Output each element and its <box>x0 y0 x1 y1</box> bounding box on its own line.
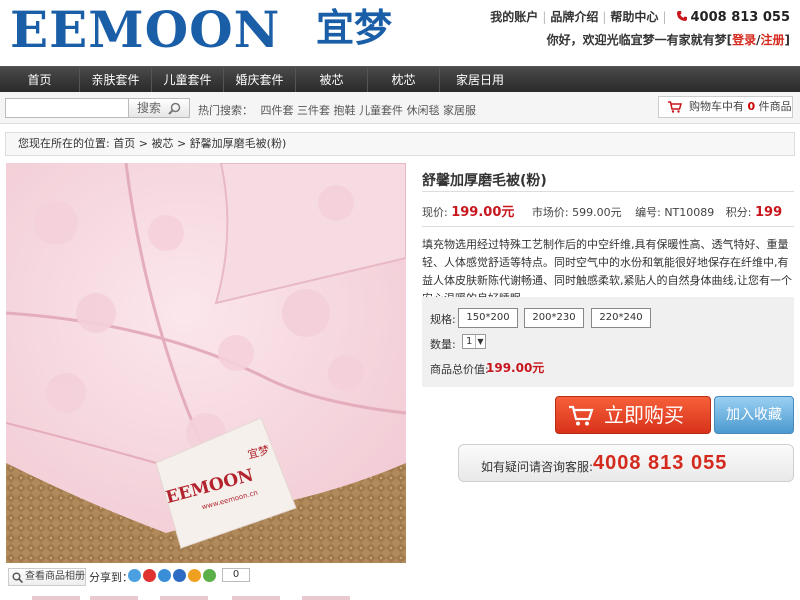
hot-term[interactable]: 三件套 <box>297 104 330 117</box>
search-button[interactable]: 搜索 <box>128 98 190 118</box>
product-photo: EEMOON 宜梦 www.eemoon.cn <box>6 163 406 563</box>
weibo-icon[interactable] <box>143 569 156 582</box>
divider <box>422 191 794 192</box>
points: 199 <box>755 205 783 220</box>
magnifier-icon <box>12 572 23 583</box>
sku-label: 编号: <box>635 206 661 219</box>
thumbnail[interactable] <box>232 596 280 600</box>
market-price: 599.00元 <box>572 206 622 219</box>
share-plus-icon[interactable] <box>203 569 216 582</box>
divider <box>422 226 794 227</box>
divider: | <box>542 10 547 24</box>
share-more-icon[interactable] <box>188 569 201 582</box>
price-row: 现价: 199.00元 市场价: 599.00元 编号: NT10089 积分:… <box>422 201 782 220</box>
qty-label: 数量: <box>430 338 456 351</box>
chevron-down-icon: ▼ <box>475 335 485 348</box>
current-price: 199.00元 <box>451 205 515 220</box>
product-image[interactable]: EEMOON 宜梦 www.eemoon.cn <box>6 163 406 563</box>
hotline-label: 如有疑问请咨询客服: <box>481 460 594 474</box>
nav-item-wedding-sets[interactable]: 婚庆套件 <box>224 67 296 93</box>
hotline-number: 4008 813 055 <box>593 452 728 474</box>
register-link[interactable]: 注册 <box>761 33 785 47</box>
options-box: 规格: 150*200 200*230 220*240 数量: 1 ▼ 商品总价… <box>422 297 794 387</box>
breadcrumb-home[interactable]: 首页 <box>113 137 135 150</box>
size-option-220x240[interactable]: 220*240 <box>591 308 651 328</box>
phone-icon <box>677 11 688 21</box>
hot-term[interactable]: 家居服 <box>443 104 476 117</box>
thumbnail[interactable] <box>302 596 350 600</box>
qzone-icon[interactable] <box>128 569 141 582</box>
hot-term[interactable]: 抱鞋 <box>334 104 356 117</box>
share-label: 分享到： <box>89 571 133 584</box>
hot-term[interactable]: 儿童套件 <box>359 104 403 117</box>
tencent-weibo-icon[interactable] <box>158 569 171 582</box>
search-button-label: 搜索 <box>137 101 162 115</box>
nav-item-home[interactable]: 首页 <box>0 67 80 93</box>
logo-cn[interactable]: 宜梦 <box>316 6 392 50</box>
nav-item-skin-sets[interactable]: 亲肤套件 <box>80 67 152 93</box>
sku: NT10089 <box>664 206 715 219</box>
logo-en[interactable]: EEMOON <box>10 4 280 56</box>
breadcrumb: 您现在所在的位置: 首页 > 被芯 > 舒馨加厚磨毛被(粉) <box>5 132 795 156</box>
price-label: 现价: <box>422 206 448 219</box>
breadcrumb-current[interactable]: 舒馨加厚磨毛被(粉) <box>190 137 287 150</box>
points-label: 积分: <box>725 206 752 219</box>
nav-item-quilts[interactable]: 被芯 <box>296 67 368 93</box>
hot-search-label: 热门搜索： <box>198 104 253 117</box>
hot-term[interactable]: 四件套 <box>261 104 294 117</box>
hot-term[interactable]: 休闲毯 <box>407 104 440 117</box>
cart-summary[interactable]: 购物车中有 0 件商品 <box>658 96 793 118</box>
my-account-link[interactable]: 我的账户 <box>490 10 538 24</box>
breadcrumb-separator: > <box>138 137 148 150</box>
renren-icon[interactable] <box>173 569 186 582</box>
thumbnail[interactable] <box>32 596 80 600</box>
share-count: 0 <box>222 568 250 582</box>
spec-label: 规格: <box>430 313 456 326</box>
welcome-message: 你好，欢迎光临宜梦一有家就有梦 <box>546 33 727 47</box>
view-album-label: 查看商品相册 <box>25 571 85 582</box>
nav-item-pillows[interactable]: 枕芯 <box>368 67 440 93</box>
customer-service-hotline: 如有疑问请咨询客服: 4008 813 055 <box>458 444 794 482</box>
size-option-200x230[interactable]: 200*230 <box>524 308 584 328</box>
thumbnail-strip <box>6 596 406 600</box>
cart-suffix: 件商品 <box>758 100 792 113</box>
quantity-value: 1 <box>466 336 473 347</box>
nav-item-kids-sets[interactable]: 儿童套件 <box>152 67 224 93</box>
bracket: ] <box>784 33 790 47</box>
market-price-label: 市场价: <box>531 206 569 219</box>
buy-now-label: 立即购买 <box>604 403 684 427</box>
top-phone: 4008 813 055 <box>690 10 790 25</box>
divider: | <box>662 10 667 24</box>
breadcrumb-label: 您现在所在的位置: <box>18 137 110 150</box>
main-nav: 首页 亲肤套件 儿童套件 婚庆套件 被芯 枕芯 家居日用 <box>0 66 800 93</box>
search-icon <box>168 102 181 115</box>
help-center-link[interactable]: 帮助中心 <box>610 10 658 24</box>
cart-count: 0 <box>747 100 756 113</box>
search-bar: 搜索 热门搜索： 四件套 三件套 抱鞋 儿童套件 休闲毯 家居服 购物车中有 0… <box>0 92 800 124</box>
top-links: 我的账户 | 品牌介绍 | 帮助中心 | 4008 813 055 <box>490 8 790 25</box>
login-link[interactable]: 登录 <box>732 33 756 47</box>
size-option-150x200[interactable]: 150*200 <box>458 308 518 328</box>
buy-now-button[interactable]: 立即购买 <box>555 396 711 434</box>
total-label: 商品总价值: <box>430 363 489 376</box>
hot-search: 热门搜索： 四件套 三件套 抱鞋 儿童套件 休闲毯 家居服 <box>198 102 476 118</box>
breadcrumb-separator: > <box>176 137 187 150</box>
nav-item-home-goods[interactable]: 家居日用 <box>440 67 520 93</box>
header: EEMOON 宜梦 我的账户 | 品牌介绍 | 帮助中心 | 4008 813 055 你好… <box>0 0 800 66</box>
thumbnail[interactable] <box>160 596 208 600</box>
welcome-text: 你好，欢迎光临宜梦一有家就有梦[登录/注册] <box>547 31 790 48</box>
brand-intro-link[interactable]: 品牌介绍 <box>550 10 598 24</box>
breadcrumb-quilts[interactable]: 被芯 <box>151 137 173 150</box>
view-album-button[interactable]: 查看商品相册 <box>8 568 86 586</box>
product-title: 舒馨加厚磨毛被(粉) <box>422 173 547 189</box>
cart-prefix: 购物车中有 <box>689 100 744 113</box>
add-favorite-button[interactable]: 加入收藏 <box>714 396 794 434</box>
total-price: 199.00元 <box>486 361 545 375</box>
divider: | <box>602 10 607 24</box>
quantity-select[interactable]: 1 ▼ <box>462 334 486 349</box>
thumbnail[interactable] <box>90 596 138 600</box>
search-input[interactable] <box>5 98 129 118</box>
cart-icon <box>668 101 682 113</box>
cart-buy-icon <box>569 405 594 426</box>
